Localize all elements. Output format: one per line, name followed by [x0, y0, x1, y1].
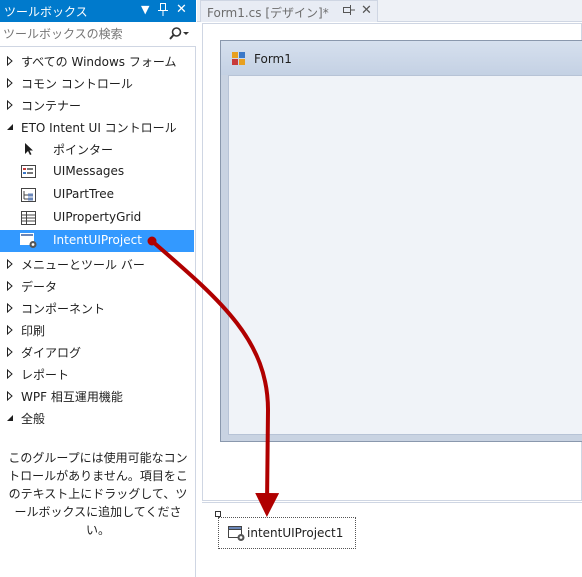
- item-label: IntentUIProject: [53, 233, 142, 247]
- tab-label: Form1.cs [デザイン]*: [207, 6, 329, 20]
- toolbox-title: ツールボックス: [4, 5, 88, 19]
- component-tray: intentUIProject1: [202, 502, 582, 577]
- collapsed-arrow-icon[interactable]: [6, 302, 14, 314]
- item-label: UIPartTree: [53, 187, 115, 201]
- search-icon[interactable]: [168, 25, 192, 43]
- category-label: データ: [21, 280, 58, 294]
- toolbox-category[interactable]: コンテナー: [0, 94, 194, 116]
- close-icon[interactable]: ✕: [176, 2, 187, 17]
- category-label: ダイアログ: [21, 346, 82, 360]
- form-caption-bar: Form1: [221, 41, 582, 75]
- toolbox-search-box[interactable]: [0, 22, 196, 47]
- toolbox-category[interactable]: コモン コントロール: [0, 72, 194, 94]
- toolbox-item[interactable]: UIPropertyGrid: [0, 207, 194, 229]
- category-label: 印刷: [21, 324, 46, 338]
- item-label: UIPropertyGrid: [53, 210, 142, 224]
- toolbox-category[interactable]: すべての Windows フォーム: [0, 50, 194, 72]
- toolbox-panel: ツールボックス ▼ ✕ すべての Windows フォームコモン コントロールコ…: [0, 0, 196, 577]
- pin-icon[interactable]: [158, 3, 168, 19]
- pointer-icon: [20, 141, 38, 157]
- expanded-arrow-icon[interactable]: [6, 412, 14, 424]
- form-title: Form1: [254, 52, 292, 66]
- collapsed-arrow-icon[interactable]: [6, 99, 14, 111]
- empty-group-message: このグループには使用可能なコントロールがありません。項目をこのテキスト上にドラッ…: [8, 451, 188, 537]
- messages-control-icon: [20, 164, 38, 180]
- designer-area: Form1.cs [デザイン]* ✕ Form1 intentUIProject…: [197, 0, 582, 577]
- category-label: コモン コントロール: [21, 77, 133, 91]
- toolbox-category[interactable]: データ: [0, 275, 194, 297]
- category-label: すべての Windows フォーム: [21, 55, 177, 69]
- tree-control-icon: [20, 187, 38, 203]
- toolbox-item[interactable]: UIPartTree: [0, 184, 194, 206]
- intent-ui-project-component[interactable]: intentUIProject1: [215, 511, 356, 549]
- toolbox-item[interactable]: UIMessages: [0, 161, 194, 183]
- category-label: コンテナー: [21, 99, 82, 113]
- category-label: WPF 相互運用機能: [21, 390, 123, 404]
- toolbox-category[interactable]: 印刷: [0, 319, 194, 341]
- form-window[interactable]: Form1: [220, 40, 582, 442]
- form-client-area[interactable]: [228, 75, 582, 435]
- category-label: レポート: [21, 368, 70, 382]
- component-label: intentUIProject1: [247, 526, 344, 540]
- component-icon: [228, 526, 246, 542]
- category-label: 全般: [21, 412, 46, 426]
- expanded-arrow-icon[interactable]: [6, 121, 14, 133]
- collapsed-arrow-icon[interactable]: [6, 390, 14, 402]
- form-icon: [232, 52, 246, 66]
- toolbox-search-input[interactable]: [3, 25, 163, 42]
- category-label: ETO Intent UI コントロール: [21, 121, 177, 135]
- toolbox-category[interactable]: メニューとツール バー: [0, 253, 194, 275]
- tab-form1-design[interactable]: Form1.cs [デザイン]* ✕: [200, 0, 378, 22]
- collapsed-arrow-icon[interactable]: [6, 368, 14, 380]
- toolbox-item[interactable]: ポインター: [0, 138, 194, 160]
- toolbox-category[interactable]: コンポーネント: [0, 297, 194, 319]
- collapsed-arrow-icon[interactable]: [6, 346, 14, 358]
- collapsed-arrow-icon[interactable]: [6, 324, 14, 336]
- toolbox-item[interactable]: IntentUIProject: [0, 230, 194, 252]
- collapsed-arrow-icon[interactable]: [6, 77, 14, 89]
- toolbox-category[interactable]: レポート: [0, 363, 194, 385]
- design-surface: Form1: [202, 23, 582, 501]
- component-icon: [20, 233, 38, 249]
- collapsed-arrow-icon[interactable]: [6, 55, 14, 67]
- category-label: コンポーネント: [21, 302, 106, 316]
- toolbox-category[interactable]: ダイアログ: [0, 341, 194, 363]
- category-label: メニューとツール バー: [21, 258, 145, 272]
- item-label: UIMessages: [53, 164, 125, 178]
- toolbox-category[interactable]: ETO Intent UI コントロール: [0, 116, 194, 138]
- property-grid-icon: [20, 210, 38, 226]
- toolbox-category[interactable]: WPF 相互運用機能: [0, 385, 194, 407]
- toolbox-category[interactable]: 全般: [0, 407, 194, 429]
- item-label: ポインター: [53, 143, 114, 157]
- pin-tab-icon[interactable]: [343, 5, 355, 18]
- document-tab-strip: Form1.cs [デザイン]* ✕: [197, 0, 582, 22]
- close-tab-icon[interactable]: ✕: [361, 3, 372, 18]
- window-position-dropdown-icon[interactable]: ▼: [141, 3, 149, 16]
- collapsed-arrow-icon[interactable]: [6, 258, 14, 270]
- toolbox-title-bar: ツールボックス ▼ ✕: [0, 0, 196, 22]
- selection-handle[interactable]: [215, 511, 221, 517]
- collapsed-arrow-icon[interactable]: [6, 280, 14, 292]
